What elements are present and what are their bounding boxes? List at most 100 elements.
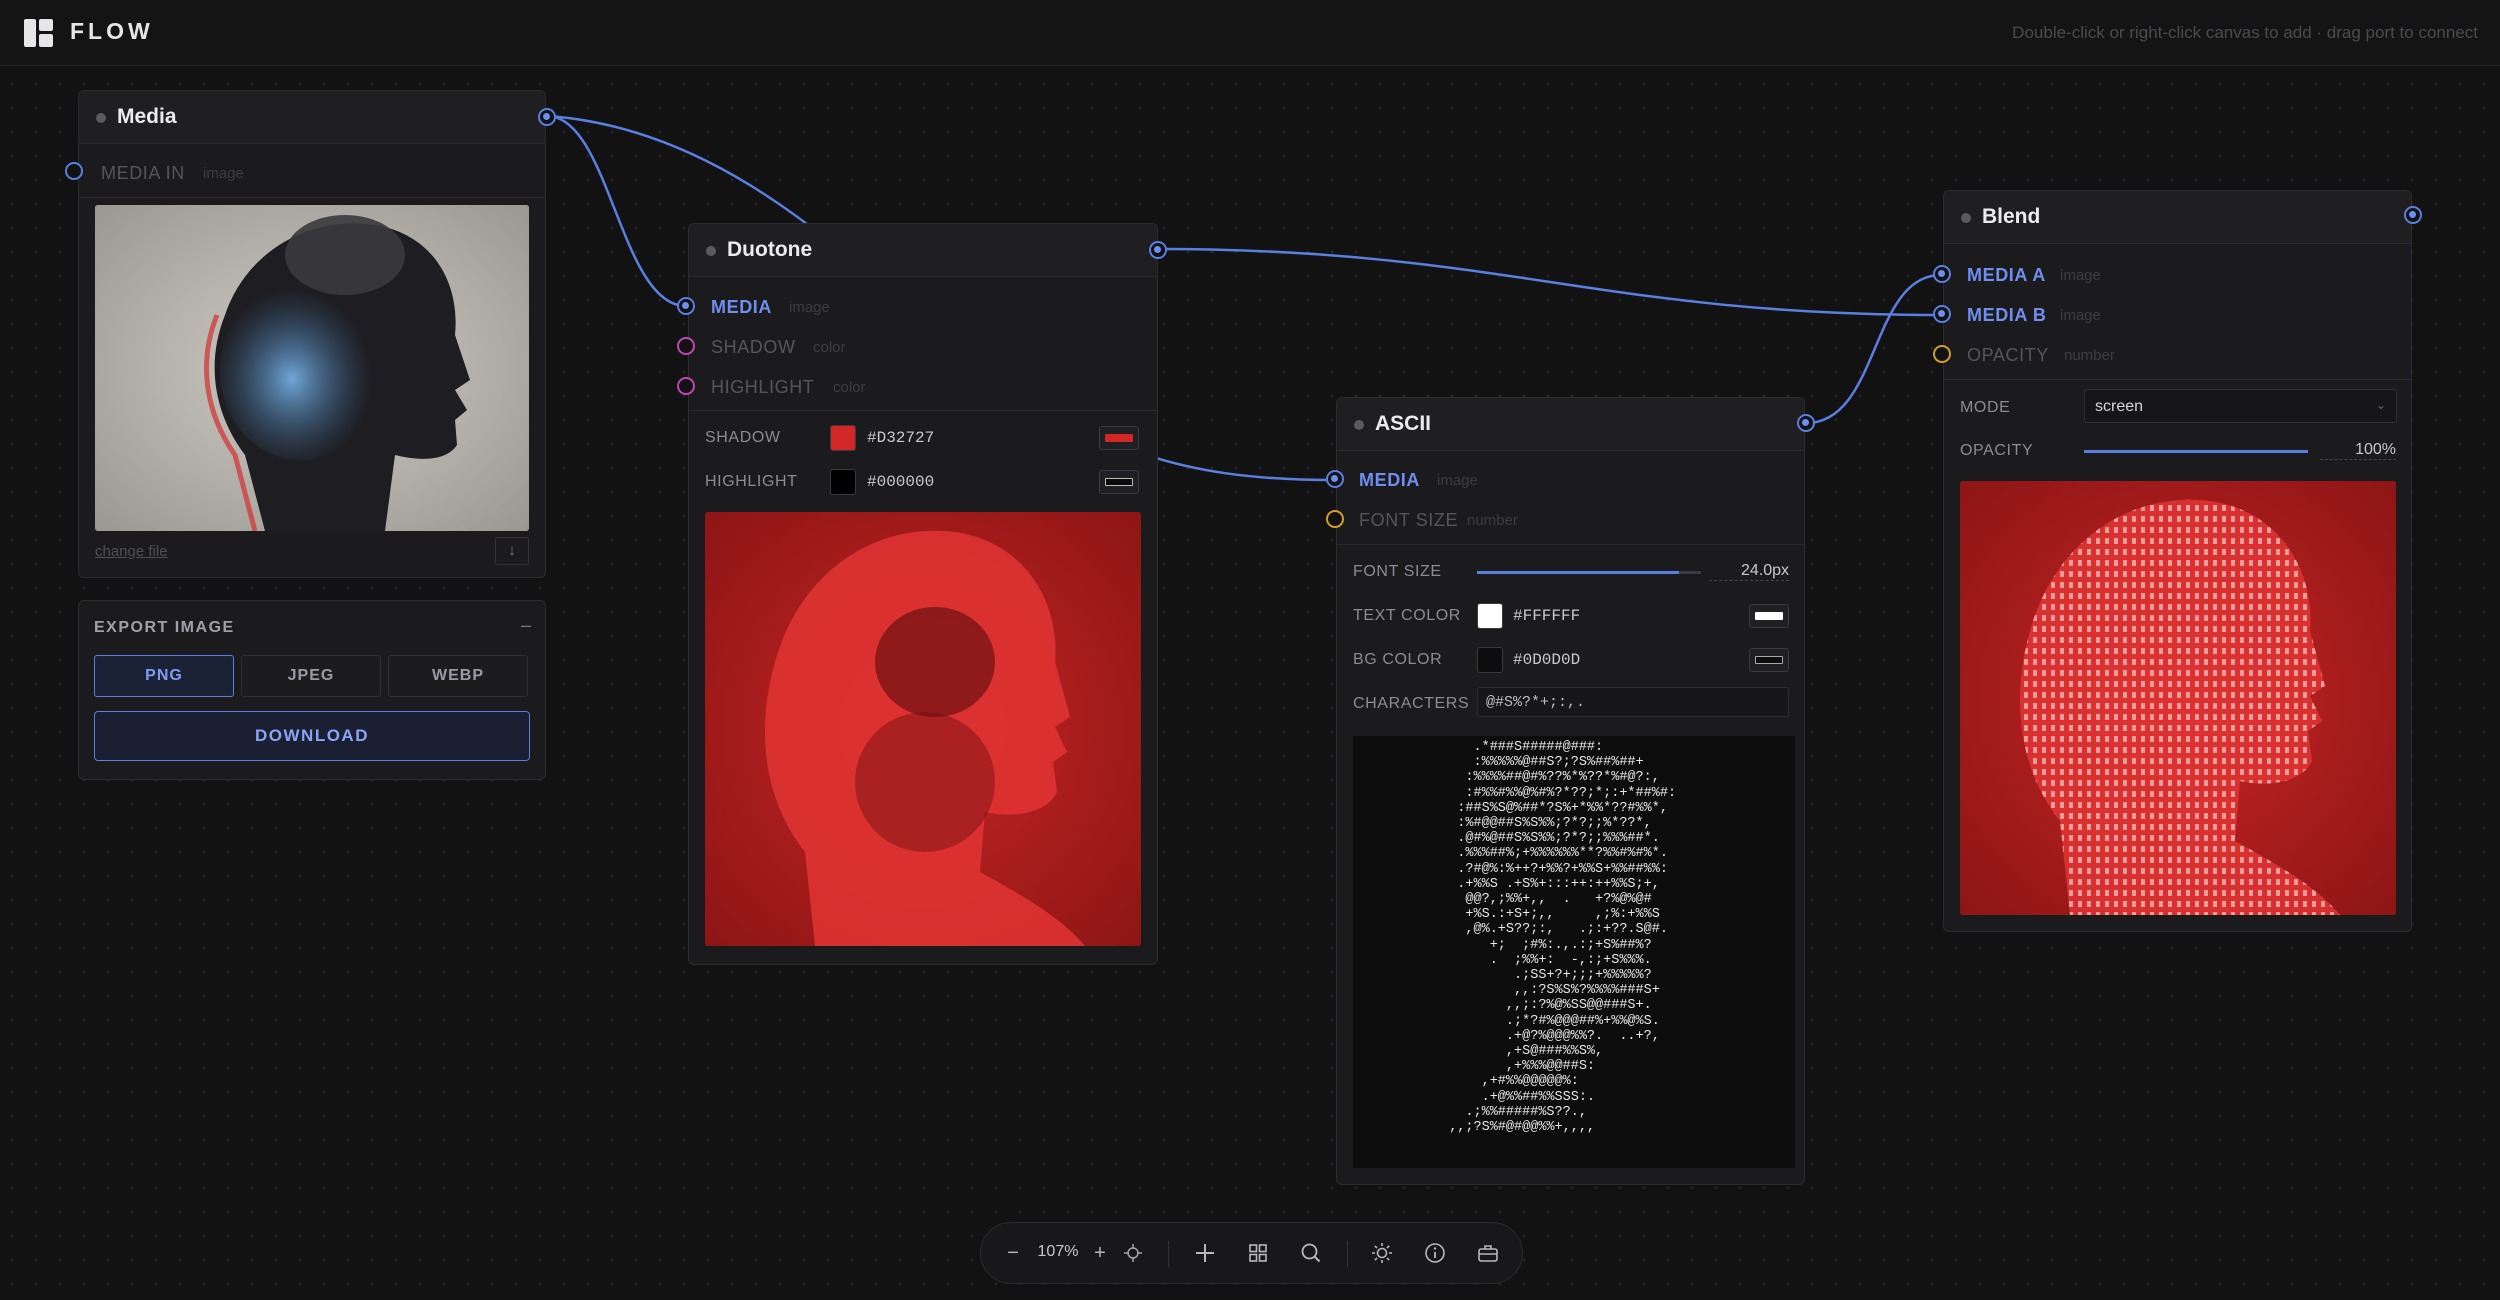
app-title: FLOW (70, 18, 154, 44)
zoom-level[interactable]: 107% (1031, 1243, 1085, 1261)
highlight-swatch[interactable] (830, 469, 856, 495)
node-status-dot (1354, 420, 1364, 430)
media-in-label: MEDIA IN (101, 163, 185, 183)
duotone-highlight-label: HIGHLIGHT (711, 377, 815, 397)
media-preview-image (95, 205, 529, 531)
blend-media-b-type: image (2060, 307, 2101, 324)
ascii-fontsize-type: number (1467, 512, 1518, 529)
bg-color-hex: #0D0D0D (1513, 651, 1581, 669)
zoom-in-button[interactable]: + (1086, 1239, 1114, 1267)
blend-out-port[interactable] (2404, 206, 2422, 224)
export-icon[interactable] (1474, 1239, 1502, 1267)
duotone-media-label: MEDIA (711, 297, 772, 317)
logo-icon (24, 19, 53, 47)
mode-select[interactable]: screen ⌄ (2084, 389, 2397, 423)
duotone-preview-image (705, 512, 1141, 946)
blend-preview-image (1960, 481, 2396, 915)
format-png-button[interactable]: PNG (94, 655, 234, 697)
node-status-dot (706, 246, 716, 256)
blend-media-a-label: MEDIA A (1967, 265, 2046, 285)
duotone-highlight-port[interactable] (677, 377, 695, 395)
ascii-node[interactable]: ASCII MEDIA image FONT SIZE number FONT … (1326, 397, 1815, 1185)
add-node-icon[interactable] (1191, 1239, 1219, 1267)
font-size-value[interactable]: 24.0px (1709, 562, 1789, 581)
node-status-dot (96, 113, 106, 123)
duotone-out-port[interactable] (1149, 241, 1167, 259)
duotone-node-header[interactable]: Duotone (689, 224, 1157, 277)
change-file-link[interactable]: change file (95, 543, 168, 560)
opacity-slider[interactable] (2084, 450, 2308, 453)
zoom-out-button[interactable]: − (999, 1239, 1027, 1267)
canvas-hint: Double-click or right-click canvas to ad… (2012, 23, 2478, 42)
search-icon[interactable] (1297, 1239, 1325, 1267)
download-button[interactable]: DOWNLOAD (94, 711, 530, 761)
collapse-icon[interactable]: – (521, 615, 531, 636)
bg-color-picker[interactable] (1749, 648, 1789, 672)
blend-opacity-label: OPACITY (1967, 345, 2049, 365)
blend-media-a-port[interactable] (1933, 265, 1951, 283)
blend-opacity-type: number (2064, 347, 2115, 364)
sun-icon[interactable] (1368, 1239, 1396, 1267)
toolbar-separator (1347, 1241, 1348, 1267)
info-icon[interactable] (1421, 1239, 1449, 1267)
shadow-color-picker[interactable] (1099, 426, 1139, 450)
ascii-fontsize-port[interactable] (1326, 510, 1344, 528)
media-in-port[interactable] (65, 162, 83, 180)
highlight-row-label: HIGHLIGHT (705, 473, 798, 490)
canvas-toolbar: − 107% + (980, 1222, 1523, 1284)
highlight-hex: #000000 (867, 473, 935, 491)
opacity-value[interactable]: 100% (2320, 441, 2396, 460)
blend-opacity-port[interactable] (1933, 345, 1951, 363)
duotone-node[interactable]: Duotone MEDIA image SHADOW color HIGHLIG… (677, 223, 1167, 965)
media-out-port[interactable] (538, 108, 556, 126)
duotone-highlight-type: color (833, 379, 866, 396)
ascii-media-port[interactable] (1326, 470, 1344, 488)
font-size-slider[interactable] (1477, 571, 1701, 574)
text-color-swatch[interactable] (1477, 603, 1503, 629)
media-node-header[interactable]: Media (79, 91, 545, 144)
duotone-shadow-port[interactable] (677, 337, 695, 355)
format-webp-button[interactable]: WEBP (388, 655, 528, 697)
media-node-title: Media (117, 105, 177, 128)
text-color-picker[interactable] (1749, 604, 1789, 628)
chevron-down-icon: ⌄ (2375, 398, 2386, 412)
blend-node-header[interactable]: Blend (1944, 191, 2411, 244)
font-size-label: FONT SIZE (1353, 563, 1442, 580)
blend-media-b-label: MEDIA B (1967, 305, 2047, 325)
media-in-type: image (203, 165, 244, 182)
blend-node[interactable]: Blend MEDIA A image MEDIA B image OPACIT… (1933, 190, 2422, 932)
shadow-hex: #D32727 (867, 429, 935, 447)
divider (1944, 379, 2411, 380)
characters-input[interactable]: @#S%?*+;:,. (1477, 687, 1789, 717)
crosshair-icon[interactable] (1119, 1239, 1147, 1267)
blend-media-b-port[interactable] (1933, 305, 1951, 323)
font-size-slider-fill (1477, 571, 1679, 574)
wire-media-to-duotone (546, 114, 687, 308)
ascii-media-type: image (1437, 472, 1478, 489)
duotone-media-port[interactable] (677, 297, 695, 315)
ascii-node-header[interactable]: ASCII (1337, 398, 1804, 451)
opacity-label: OPACITY (1960, 442, 2034, 459)
highlight-color-picker[interactable] (1099, 470, 1139, 494)
media-node[interactable]: Media MEDIA IN image change file ↓ (65, 90, 556, 578)
download-icon[interactable]: ↓ (495, 537, 529, 565)
shadow-row-label: SHADOW (705, 429, 781, 446)
duotone-shadow-label: SHADOW (711, 337, 796, 357)
bg-color-swatch[interactable] (1477, 647, 1503, 673)
duotone-media-type: image (789, 299, 830, 316)
shadow-swatch[interactable] (830, 425, 856, 451)
toolbar-separator (1168, 1241, 1169, 1267)
ascii-out-port[interactable] (1797, 414, 1815, 432)
duotone-shadow-type: color (813, 339, 846, 356)
ascii-node-title: ASCII (1375, 412, 1432, 435)
export-title: EXPORT IMAGE (94, 619, 235, 636)
mode-label: MODE (1960, 399, 2011, 416)
wire-duotone-to-blend (1158, 247, 1942, 317)
grid-icon[interactable] (1244, 1239, 1272, 1267)
characters-label: CHARACTERS (1353, 695, 1470, 712)
text-color-label: TEXT COLOR (1353, 607, 1461, 624)
format-jpeg-button[interactable]: JPEG (241, 655, 381, 697)
divider (689, 410, 1157, 411)
text-color-hex: #FFFFFF (1513, 607, 1581, 625)
blend-node-title: Blend (1982, 205, 2041, 228)
